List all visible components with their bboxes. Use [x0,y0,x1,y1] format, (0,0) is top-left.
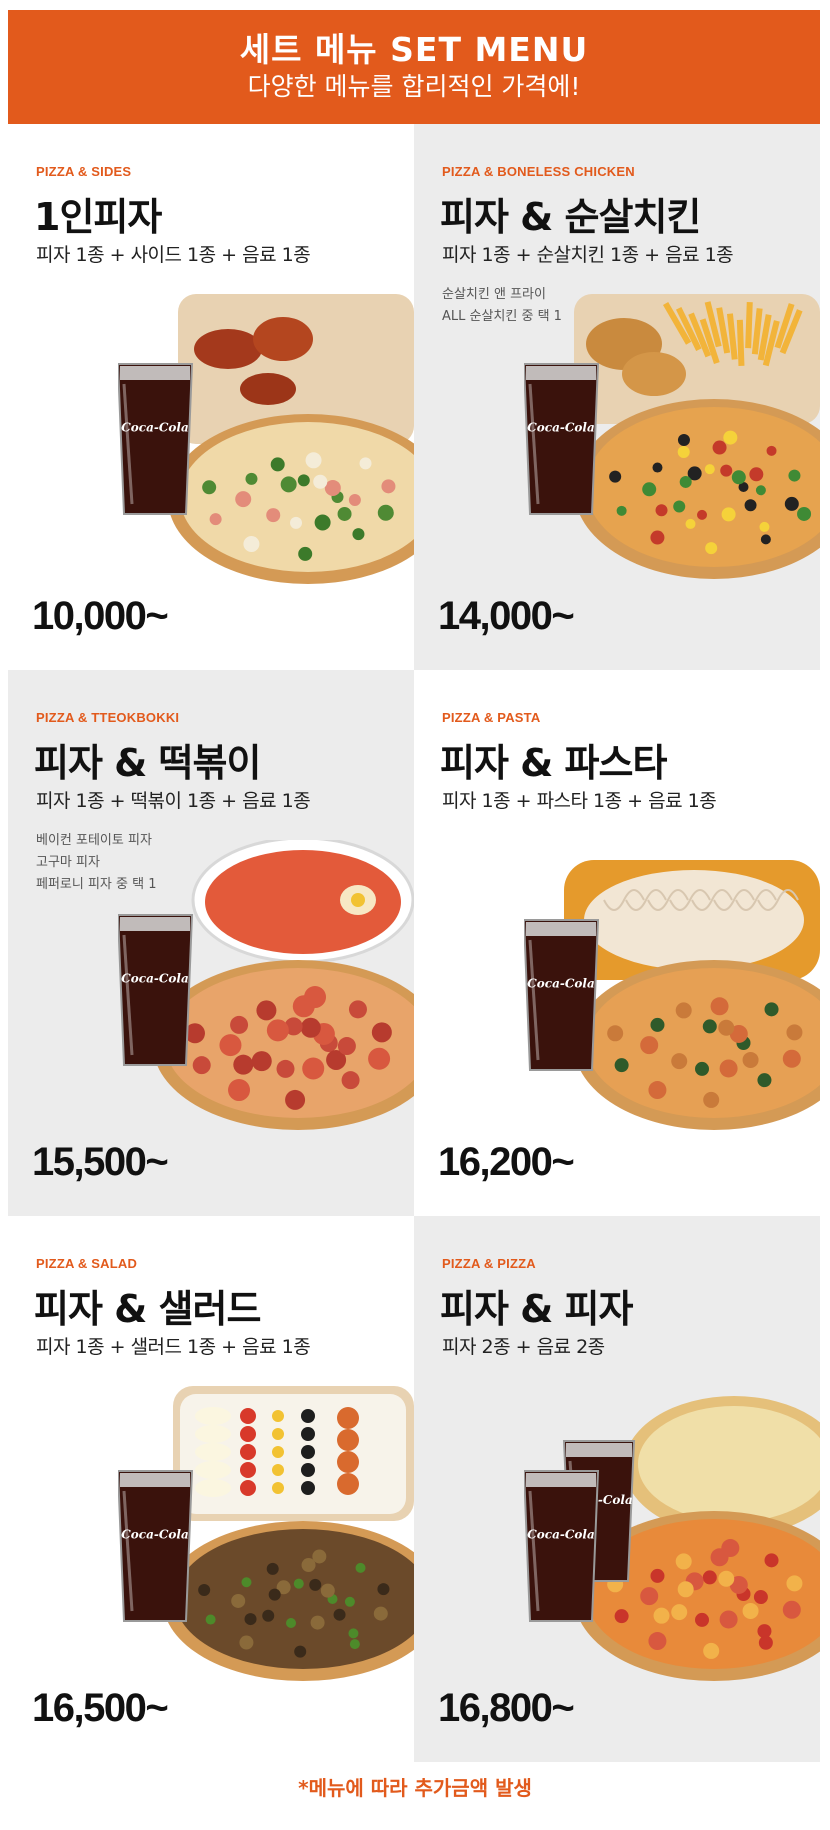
olive [301,1445,315,1459]
cola-glass: Coca-Cola [118,363,194,515]
set-card-pizza-pizza[interactable]: PIZZA & PIZZA 피자 & 피자 피자 2종 + 음료 2종 Coca… [414,1216,820,1762]
corn [272,1464,284,1476]
banner-title: 세트 메뉴 SET MENU [239,30,589,69]
card-name: 피자 & 피자 [440,1287,633,1331]
boneless-chicken [622,352,686,396]
card-category: PIZZA & PIZZA [442,1256,536,1271]
cola-glass: Coca-Cola [118,1470,194,1622]
corn [272,1410,284,1422]
card-name: 피자 & 샐러드 [34,1287,261,1331]
food-illustration: Coca-Cola [524,860,820,1130]
olive [301,1409,315,1423]
svg-text:Coca-Cola: Coca-Cola [527,977,595,991]
pizza [574,960,820,1130]
card-price: 16,200~ [438,1140,575,1184]
set-card-pizza-pasta[interactable]: PIZZA & PASTA 피자 & 파스타 피자 1종 + 파스타 1종 + … [414,670,820,1216]
tomato [240,1426,256,1442]
olive [301,1427,315,1441]
card-category: PIZZA & SALAD [36,1256,138,1271]
set-card-pizza-tteokbokki[interactable]: PIZZA & TTEOKBOKKI 피자 & 떡볶이 피자 1종 + 떡볶이 … [8,670,414,1216]
set-card-pizza-chicken[interactable]: PIZZA & BONELESS CHICKEN 피자 & 순살치킨 피자 1종… [414,124,820,670]
svg-text:Coca-Cola: Coca-Cola [527,421,595,435]
card-name: 1인피자 [34,195,162,239]
card-category: PIZZA & SIDES [36,164,132,179]
olive [301,1481,315,1495]
card-price: 15,500~ [32,1140,169,1184]
food-illustration: Coca-Cola [118,840,414,1130]
food-illustration: Coca-Cola [118,1386,414,1681]
food-illustration: Coca-Cola [118,294,414,584]
card-name: 피자 & 파스타 [440,741,667,785]
tomato [240,1408,256,1424]
card-composition: 피자 2종 + 음료 2종 [442,1336,605,1358]
card-price: 16,800~ [438,1686,575,1730]
food-illustration: Coca-ColaCoca-Cola [524,1396,820,1681]
egg-slice [195,1479,231,1497]
tomato [240,1480,256,1496]
set-card-pizza-salad[interactable]: PIZZA & SALAD 피자 & 샐러드 피자 1종 + 샐러드 1종 + … [8,1216,414,1762]
pizza [153,960,414,1130]
tomato [240,1462,256,1478]
footnote: *메뉴에 따라 추가금액 발생 [298,1776,532,1800]
egg-slice [195,1461,231,1479]
set-menu-grid: PIZZA & SIDES 1인피자 피자 1종 + 사이드 1종 + 음료 1… [8,124,820,1764]
egg-slice [195,1407,231,1425]
food-illustration: Coca-Cola [524,294,820,579]
pizza [574,399,820,579]
tomato [240,1444,256,1460]
chicken-wing [240,373,296,405]
svg-text:Coca-Cola: Coca-Cola [121,972,189,986]
fried-topping [337,1473,359,1495]
cola-glass: Coca-Cola [524,919,600,1071]
egg-yolk [351,893,365,907]
header-banner: 세트 메뉴 SET MENU 다양한 메뉴를 합리적인 가격에! [8,10,820,124]
pasta [584,870,804,970]
pizza [163,1521,414,1681]
card-composition: 피자 1종 + 샐러드 1종 + 음료 1종 [36,1336,311,1358]
card-price: 10,000~ [32,594,169,638]
chicken-wing [253,317,313,361]
cola-glass: Coca-Cola [118,914,194,1066]
card-price: 16,500~ [32,1686,169,1730]
fried-topping [337,1407,359,1429]
card-category: PIZZA & PASTA [442,710,541,725]
banner-subtitle: 다양한 메뉴를 합리적인 가격에! [247,72,581,101]
egg-slice [195,1425,231,1443]
card-category: PIZZA & BONELESS CHICKEN [442,164,635,179]
corn [272,1428,284,1440]
card-composition: 피자 1종 + 순살치킨 1종 + 음료 1종 [442,244,734,266]
card-composition: 피자 1종 + 파스타 1종 + 음료 1종 [442,790,717,812]
card-composition: 피자 1종 + 사이드 1종 + 음료 1종 [36,244,311,266]
card-composition: 피자 1종 + 떡볶이 1종 + 음료 1종 [36,790,311,812]
svg-text:Coca-Cola: Coca-Cola [121,421,189,435]
egg-slice [195,1443,231,1461]
card-price: 14,000~ [438,594,575,638]
set-card-pizza-sides[interactable]: PIZZA & SIDES 1인피자 피자 1종 + 사이드 1종 + 음료 1… [8,124,414,670]
card-category: PIZZA & TTEOKBOKKI [36,710,180,725]
olive [301,1463,315,1477]
chicken-wing [194,329,262,369]
cola-glass: Coca-Cola [524,363,600,515]
fried-topping [337,1451,359,1473]
svg-text:Coca-Cola: Coca-Cola [527,1528,595,1542]
corn [272,1446,284,1458]
corn [272,1482,284,1494]
card-name: 피자 & 떡볶이 [34,741,261,785]
card-name: 피자 & 순살치킨 [440,195,701,239]
cola-glass: Coca-Cola [524,1470,600,1622]
svg-text:Coca-Cola: Coca-Cola [121,1528,189,1542]
fried-topping [337,1429,359,1451]
